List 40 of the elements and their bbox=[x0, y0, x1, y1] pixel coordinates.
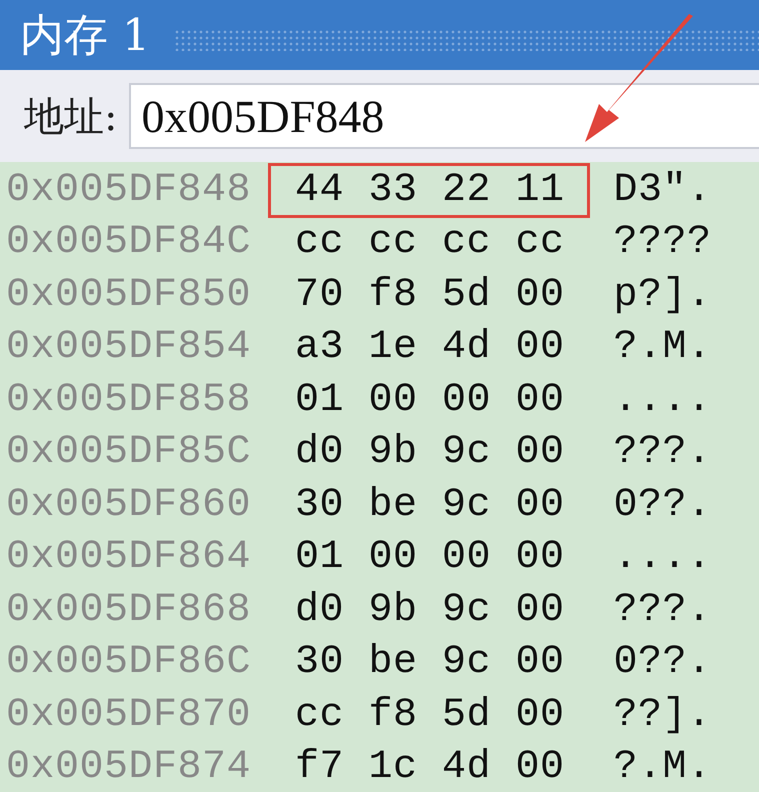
ascii-text: 0??. bbox=[614, 482, 712, 528]
ascii-text: ???? bbox=[614, 220, 712, 266]
memory-address: 0x005DF870 bbox=[5, 692, 252, 738]
ascii-text: p?]. bbox=[614, 272, 712, 318]
ascii-text: ?.M. bbox=[614, 325, 712, 370]
ascii-text: ???. bbox=[614, 430, 712, 476]
memory-address: 0x005DF848 bbox=[5, 168, 252, 213]
memory-address: 0x005DF854 bbox=[5, 325, 252, 370]
memory-bytes: 01 00 00 00 bbox=[294, 376, 566, 425]
memory-address: 0x005DF874 bbox=[5, 745, 252, 790]
memory-bytes: 30 be 9c 00 bbox=[294, 482, 566, 530]
memory-bytes: d0 9b 9c 00 bbox=[294, 429, 566, 478]
ascii-text: .... bbox=[614, 535, 712, 580]
ascii-text: D3". bbox=[614, 168, 712, 213]
ascii-text: ??]. bbox=[614, 692, 712, 738]
window-title: 内存 1 bbox=[20, 8, 150, 62]
memory-address: 0x005DF84C bbox=[5, 220, 252, 266]
address-label: 地址: bbox=[24, 92, 118, 142]
memory-bytes: f7 1c 4d 00 bbox=[294, 744, 566, 792]
ascii-text: .... bbox=[614, 378, 712, 423]
memory-address: 0x005DF86C bbox=[5, 640, 252, 686]
ascii-text: ?.M. bbox=[614, 745, 712, 790]
memory-bytes: a3 1e 4d 00 bbox=[294, 324, 566, 372]
memory-bytes: d0 9b 9c 00 bbox=[294, 586, 566, 635]
memory-address: 0x005DF864 bbox=[5, 535, 252, 580]
memory-bytes: 30 be 9c 00 bbox=[294, 639, 566, 688]
highlighted-bytes: 44 33 22 11 bbox=[268, 162, 590, 218]
memory-address: 0x005DF85C bbox=[5, 430, 252, 476]
memory-bytes: cc f8 5d 00 bbox=[294, 692, 566, 740]
drag-grip[interactable] bbox=[174, 29, 759, 51]
memory-bytes: 70 f8 5d 00 bbox=[294, 272, 566, 320]
memory-address: 0x005DF858 bbox=[5, 378, 252, 423]
ascii-text: ???. bbox=[614, 588, 712, 633]
memory-bytes: 01 00 00 00 bbox=[294, 534, 566, 582]
memory-address: 0x005DF860 bbox=[5, 482, 252, 528]
memory-address: 0x005DF868 bbox=[5, 588, 252, 633]
address-field[interactable]: 0x005DF848 bbox=[129, 83, 759, 149]
ascii-text: 0??. bbox=[614, 640, 712, 686]
memory-bytes: cc cc cc cc bbox=[294, 219, 566, 268]
memory-address: 0x005DF850 bbox=[5, 272, 252, 318]
